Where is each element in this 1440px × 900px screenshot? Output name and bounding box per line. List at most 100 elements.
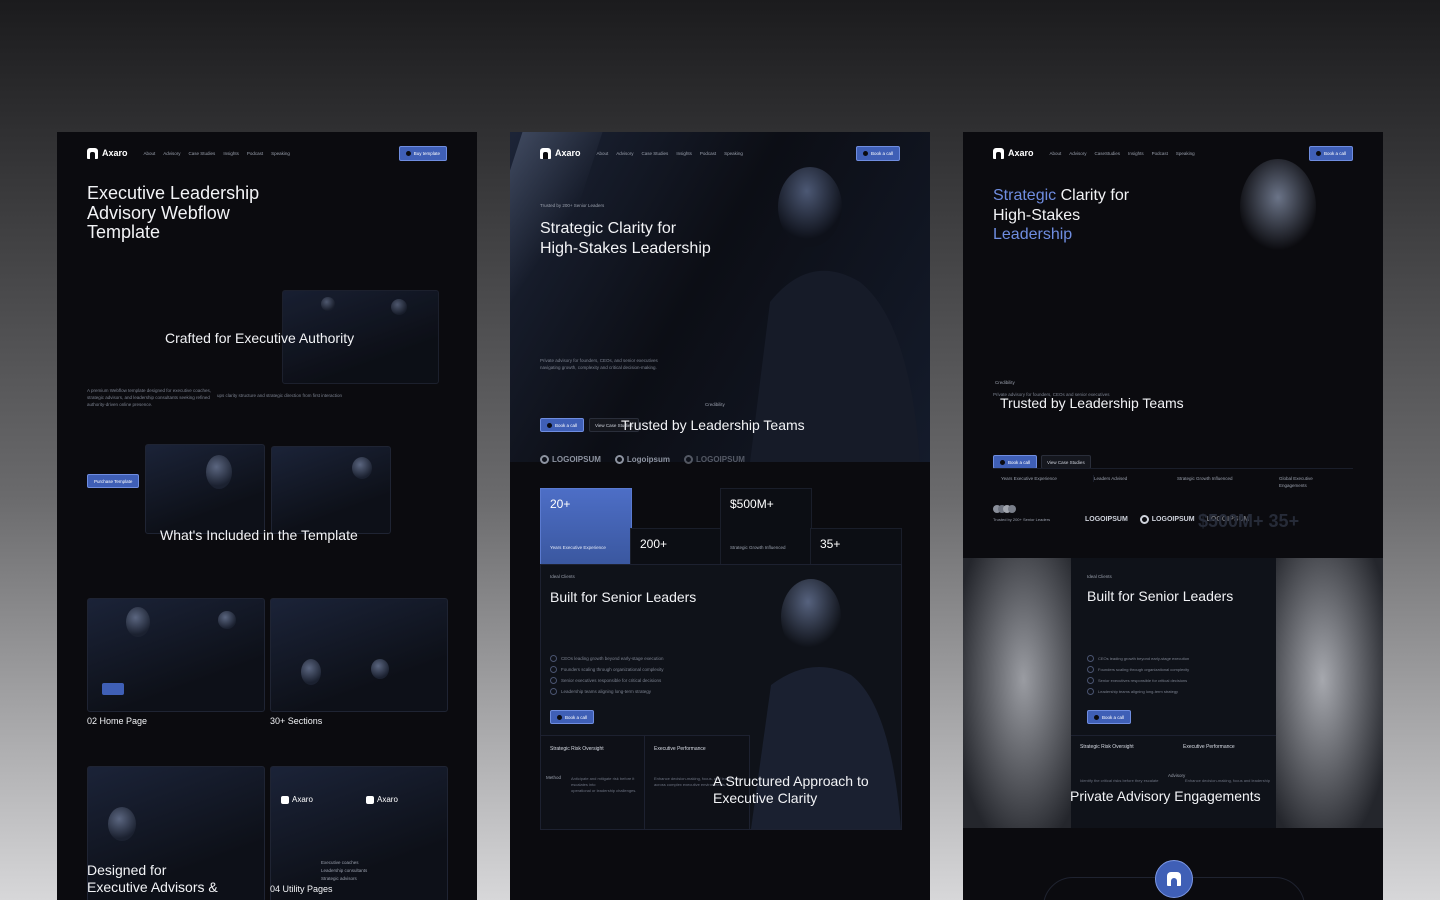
logo-mark-icon bbox=[614, 455, 624, 464]
home-logo-icon bbox=[1167, 872, 1181, 886]
book-call-button[interactable]: Book a call bbox=[1308, 145, 1353, 161]
check-circle-icon bbox=[1087, 655, 1094, 662]
home-page-label: 02 Home Page bbox=[87, 716, 148, 726]
nav-link-about[interactable]: About bbox=[1050, 151, 1062, 156]
nav-link-advisory[interactable]: Advisory bbox=[1069, 151, 1086, 156]
preview-card-light bbox=[271, 446, 391, 534]
stat-card-experience: 20+ Years Executive Experience bbox=[540, 488, 632, 566]
view-case-studies-button[interactable]: View Case Studies bbox=[1041, 455, 1091, 469]
left-portrait-image bbox=[963, 558, 1073, 828]
nav-link-advisory[interactable]: Advisory bbox=[616, 151, 633, 156]
check-circle-icon bbox=[550, 677, 557, 684]
check-circle-icon bbox=[550, 688, 557, 695]
template-description: A premium Webflow template designed for … bbox=[87, 388, 211, 408]
preview-card-dark bbox=[145, 444, 265, 534]
purchase-template-button[interactable]: Purchase Template bbox=[87, 474, 140, 488]
trusted-small-text: Trusted by 200+ Senior Leaders bbox=[993, 517, 1051, 522]
check-circle-icon bbox=[550, 655, 557, 662]
stat-card-engagements: 35+ bbox=[810, 528, 902, 566]
nav-link-speaking[interactable]: Speaking bbox=[1176, 151, 1195, 156]
nav-link-insights[interactable]: Insights bbox=[1128, 151, 1144, 156]
trusted-badge: Trusted by 200+ Senior Leaders bbox=[540, 203, 605, 208]
client-check-4: Leadership teams aligning long-term stra… bbox=[550, 688, 651, 695]
utility-pages-label: 04 Utility Pages bbox=[270, 884, 333, 894]
hero-heading: Strategic Clarity for High-Stakes Leader… bbox=[993, 187, 1130, 243]
nav-link-insights[interactable]: Insights bbox=[223, 151, 239, 156]
home-logo-icon bbox=[540, 147, 551, 159]
executive-performance-label: Executive Performance bbox=[1183, 744, 1235, 750]
trusted-heading: Trusted by Leadership Teams bbox=[1000, 395, 1184, 411]
method-badge: Method bbox=[546, 775, 562, 780]
dot-icon bbox=[862, 150, 868, 156]
performance-description: Enhance decision-making, focus and leade… bbox=[1185, 778, 1270, 783]
home-logo-icon bbox=[366, 795, 374, 804]
mini-feature-list: Executive coaches Leadership consultants… bbox=[321, 860, 368, 881]
nav-link-case-studies[interactable]: CaseStudies bbox=[1095, 151, 1121, 156]
client-logo-2: LOGOIPSUM bbox=[1139, 515, 1195, 524]
nav-link-podcast[interactable]: Podcast bbox=[1152, 151, 1168, 156]
nav-link-about[interactable]: About bbox=[144, 151, 156, 156]
nav-link-advisory[interactable]: Advisory bbox=[163, 151, 180, 156]
logo-mark-icon bbox=[540, 455, 549, 464]
template-overview-panel: Axaro About Advisory Case Studies Insigh… bbox=[57, 132, 477, 900]
crafted-heading: Crafted for Executive Authority bbox=[165, 330, 355, 346]
page-title: Executive Leadership Advisory Webflow Te… bbox=[87, 183, 260, 242]
sections-label: 30+ Sections bbox=[270, 716, 323, 726]
ideal-clients-badge: Ideal Clients bbox=[550, 574, 575, 579]
nav-link-podcast[interactable]: Podcast bbox=[247, 151, 263, 156]
hero-book-call-button[interactable]: Book a call bbox=[993, 455, 1038, 469]
nav-links: About Advisory Case Studies Insights Pod… bbox=[597, 151, 743, 156]
dot-icon bbox=[1315, 150, 1321, 156]
nav-link-about[interactable]: About bbox=[597, 151, 609, 156]
footer-logo-button[interactable] bbox=[1155, 860, 1193, 898]
client-check-3: Senior executives responsible for critic… bbox=[1087, 677, 1187, 684]
nav-link-case-studies[interactable]: Case Studies bbox=[189, 151, 216, 156]
brand-logo[interactable]: Axaro bbox=[993, 147, 1034, 159]
home-logo-icon bbox=[281, 795, 289, 804]
hero-book-call-button[interactable]: Book a call bbox=[540, 418, 585, 432]
nav-link-insights[interactable]: Insights bbox=[676, 151, 692, 156]
mini-brand-logo: Axaro bbox=[281, 795, 313, 804]
dot-icon bbox=[1094, 714, 1099, 720]
home-page-preview bbox=[87, 598, 265, 712]
nav-link-speaking[interactable]: Speaking bbox=[271, 151, 290, 156]
home-page-one-panel: Axaro About Advisory Case Studies Insigh… bbox=[510, 132, 930, 900]
client-logo-2: Logoipsum bbox=[614, 455, 670, 464]
private-advisory-heading: Private Advisory Engagements bbox=[1070, 788, 1261, 804]
client-logo-1: LOGOIPSUM bbox=[540, 455, 601, 464]
designed-heading: Designed for Executive Advisors & bbox=[87, 862, 218, 895]
credibility-badge: Credibility bbox=[705, 402, 725, 407]
client-check-2: Founders scaling through organizational … bbox=[550, 666, 664, 673]
logo-mark-icon bbox=[684, 455, 693, 464]
client-check-1: CEOs leading growth beyond early-stage e… bbox=[1087, 655, 1189, 662]
dot-icon bbox=[1000, 459, 1005, 465]
dot-icon bbox=[405, 150, 411, 156]
advisory-badge: Advisory bbox=[1168, 773, 1186, 778]
check-circle-icon bbox=[1087, 677, 1094, 684]
mini-brand-logo-2: Axaro bbox=[366, 795, 398, 804]
clients-book-call-button[interactable]: Book a call bbox=[550, 710, 595, 724]
navbar: Axaro About Advisory CaseStudies Insight… bbox=[993, 145, 1353, 161]
buy-template-button[interactable]: Buy template bbox=[398, 145, 447, 161]
brand-logo[interactable]: Axaro bbox=[540, 147, 581, 159]
stat-card-growth: $500M+ Strategic Growth Influenced bbox=[720, 488, 812, 566]
approach-heading: A Structured Approach to Executive Clari… bbox=[713, 773, 869, 806]
nav-link-podcast[interactable]: Podcast bbox=[700, 151, 716, 156]
dot-icon bbox=[547, 422, 552, 428]
nav-link-speaking[interactable]: Speaking bbox=[724, 151, 743, 156]
credibility-badge: Credibility bbox=[995, 380, 1015, 385]
client-logo-1: LOGOIPSUM bbox=[1085, 516, 1128, 523]
hero-portrait-image bbox=[750, 167, 920, 462]
client-logo-row: LOGOIPSUM Logoipsum LOGOIPSUM bbox=[540, 455, 745, 464]
sections-preview bbox=[270, 598, 448, 712]
template-description-overlap: ups clarity structure and strategic dire… bbox=[217, 393, 343, 398]
trusted-heading: Trusted by Leadership Teams bbox=[621, 417, 805, 433]
nav-link-case-studies[interactable]: Case Studies bbox=[642, 151, 669, 156]
home-page-two-panel: Axaro About Advisory CaseStudies Insight… bbox=[963, 132, 1383, 900]
book-call-button[interactable]: Book a call bbox=[855, 145, 900, 161]
built-heading: Built for Senior Leaders bbox=[1087, 588, 1234, 604]
brand-logo[interactable]: Axaro bbox=[87, 147, 128, 159]
clients-book-call-button[interactable]: Book a call bbox=[1087, 710, 1132, 724]
avatar bbox=[1008, 505, 1016, 513]
nav-links: About Advisory Case Studies Insights Pod… bbox=[144, 151, 290, 156]
